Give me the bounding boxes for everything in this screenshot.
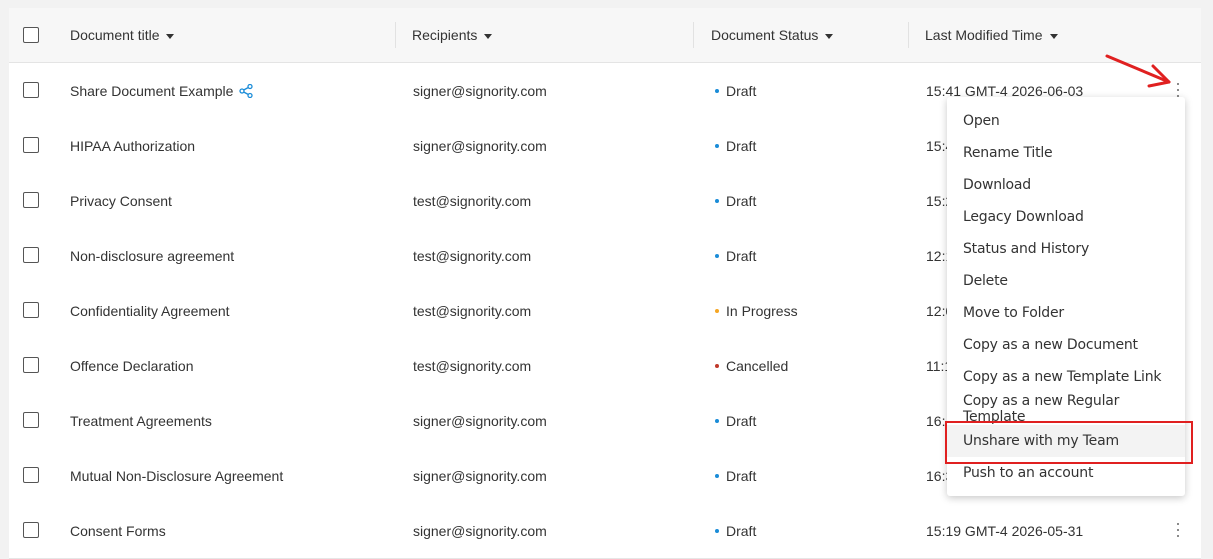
- status-cell: Cancelled: [715, 338, 788, 393]
- column-divider[interactable]: [395, 22, 396, 48]
- row-checkbox[interactable]: [23, 137, 39, 153]
- column-header-recipients[interactable]: Recipients: [412, 8, 493, 62]
- column-status-label: Document Status: [711, 27, 819, 43]
- document-title-cell[interactable]: Privacy Consent: [70, 173, 172, 228]
- recipient-cell: test@signority.com: [413, 192, 532, 209]
- document-title-cell[interactable]: Non-disclosure agreement: [70, 228, 234, 283]
- row-checkbox[interactable]: [23, 82, 39, 98]
- document-title-cell[interactable]: Treatment Agreements: [70, 393, 212, 448]
- status-label: Draft: [726, 82, 757, 99]
- status-dot-icon: [715, 363, 719, 368]
- document-title[interactable]: Privacy Consent: [70, 193, 172, 209]
- column-title-label: Document title: [70, 27, 160, 43]
- menu-item-open[interactable]: Open: [947, 105, 1185, 137]
- status-label: Draft: [726, 192, 757, 209]
- share-icon: [239, 83, 254, 98]
- menu-item-move-to-folder[interactable]: Move to Folder: [947, 297, 1185, 329]
- document-title[interactable]: Non-disclosure agreement: [70, 248, 234, 264]
- document-title[interactable]: Confidentiality Agreement: [70, 303, 230, 319]
- status-dot-icon: [715, 253, 719, 258]
- status-dot-icon: [715, 473, 719, 478]
- menu-item-delete[interactable]: Delete: [947, 265, 1185, 297]
- document-title[interactable]: Treatment Agreements: [70, 413, 212, 429]
- menu-item-rename-title[interactable]: Rename Title: [947, 137, 1185, 169]
- sort-caret-icon: [1049, 33, 1058, 39]
- column-modified-label: Last Modified Time: [925, 27, 1043, 43]
- menu-item-legacy-download[interactable]: Legacy Download: [947, 201, 1185, 233]
- document-title-cell[interactable]: Share Document Example: [70, 63, 254, 118]
- row-checkbox[interactable]: [23, 467, 39, 483]
- status-dot-icon: [715, 88, 719, 93]
- document-title-cell[interactable]: Consent Forms: [70, 503, 166, 558]
- recipient-cell: signer@signority.com: [413, 82, 547, 99]
- status-label: Draft: [726, 467, 757, 484]
- row-checkbox[interactable]: [23, 302, 39, 318]
- status-label: In Progress: [726, 302, 798, 319]
- status-dot-icon: [715, 528, 719, 533]
- recipient-cell: test@signority.com: [413, 302, 532, 319]
- sort-caret-icon: [484, 33, 493, 39]
- status-cell: In Progress: [715, 283, 798, 338]
- more-options-icon[interactable]: [1176, 83, 1180, 97]
- status-label: Draft: [726, 412, 757, 429]
- document-title[interactable]: HIPAA Authorization: [70, 138, 195, 154]
- recipient-cell: test@signority.com: [413, 247, 532, 264]
- column-header-status[interactable]: Document Status: [711, 8, 834, 62]
- menu-item-download[interactable]: Download: [947, 169, 1185, 201]
- status-cell: Draft: [715, 228, 756, 283]
- recipient-cell: signer@signority.com: [413, 137, 547, 154]
- column-recipients-label: Recipients: [412, 27, 478, 43]
- status-cell: Draft: [715, 503, 756, 558]
- recipient-cell: signer@signority.com: [413, 412, 547, 429]
- recipient-cell: signer@signority.com: [413, 522, 547, 539]
- status-cell: Draft: [715, 63, 756, 118]
- column-divider[interactable]: [908, 22, 909, 48]
- status-cell: Draft: [715, 448, 756, 503]
- status-label: Draft: [726, 137, 757, 154]
- select-all-checkbox[interactable]: [23, 27, 39, 43]
- menu-item-copy-template-link[interactable]: Copy as a new Template Link: [947, 361, 1185, 393]
- column-divider[interactable]: [693, 22, 694, 48]
- column-header-title[interactable]: Document title: [70, 8, 175, 62]
- status-dot-icon: [715, 418, 719, 423]
- status-dot-icon: [715, 308, 719, 313]
- modified-time-cell: 15:19 GMT-4 2026-05-31: [926, 522, 1084, 539]
- row-checkbox[interactable]: [23, 412, 39, 428]
- document-title-cell[interactable]: Offence Declaration: [70, 338, 193, 393]
- recipient-cell: test@signority.com: [413, 357, 532, 374]
- table-row[interactable]: Consent Forms signer@signority.com Draft 15…: [9, 503, 1201, 559]
- status-cell: Draft: [715, 118, 756, 173]
- more-options-icon[interactable]: [1176, 523, 1180, 537]
- table-header: Document title Recipients Document Statu…: [9, 8, 1201, 63]
- row-checkbox[interactable]: [23, 522, 39, 538]
- status-label: Cancelled: [726, 357, 789, 374]
- document-title-cell[interactable]: HIPAA Authorization: [70, 118, 195, 173]
- document-title-cell[interactable]: Confidentiality Agreement: [70, 283, 230, 338]
- status-cell: Draft: [715, 393, 756, 448]
- document-title[interactable]: Offence Declaration: [70, 358, 193, 374]
- status-dot-icon: [715, 198, 719, 203]
- document-title[interactable]: Mutual Non-Disclosure Agreement: [70, 468, 283, 484]
- document-title[interactable]: Share Document Example: [70, 83, 233, 99]
- sort-caret-icon: [166, 33, 175, 39]
- sort-caret-icon: [825, 33, 834, 39]
- row-checkbox[interactable]: [23, 192, 39, 208]
- row-checkbox[interactable]: [23, 247, 39, 263]
- status-label: Draft: [726, 247, 757, 264]
- row-checkbox[interactable]: [23, 357, 39, 373]
- annotation-highlight-box: [945, 421, 1193, 464]
- document-title-cell[interactable]: Mutual Non-Disclosure Agreement: [70, 448, 283, 503]
- status-cell: Draft: [715, 173, 756, 228]
- menu-item-copy-document[interactable]: Copy as a new Document: [947, 329, 1185, 361]
- annotation-arrow-icon: [1105, 54, 1171, 88]
- menu-item-status-history[interactable]: Status and History: [947, 233, 1185, 265]
- status-dot-icon: [715, 143, 719, 148]
- modified-time-cell: 16:: [926, 412, 946, 429]
- status-label: Draft: [726, 522, 757, 539]
- column-header-modified[interactable]: Last Modified Time: [925, 8, 1058, 62]
- document-title[interactable]: Consent Forms: [70, 523, 166, 539]
- recipient-cell: signer@signority.com: [413, 467, 547, 484]
